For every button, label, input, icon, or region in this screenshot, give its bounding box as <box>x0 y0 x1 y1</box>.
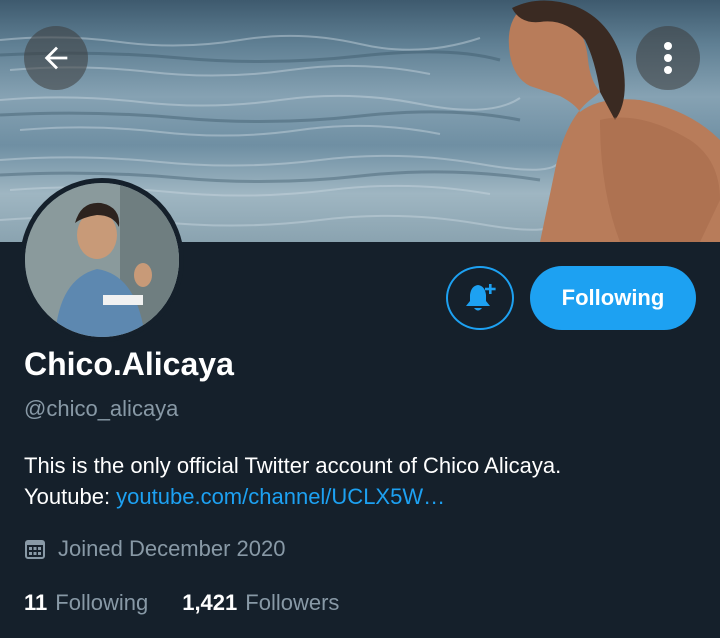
profile-stats: 11 Following 1,421 Followers <box>24 590 373 616</box>
followers-stat[interactable]: 1,421 Followers <box>182 590 339 616</box>
joined-label: Joined December 2020 <box>58 536 286 561</box>
following-button[interactable]: Following <box>530 266 696 330</box>
back-button[interactable] <box>24 26 88 90</box>
notifications-toggle-button[interactable] <box>446 266 514 330</box>
followers-stat-label: Followers <box>245 590 340 615</box>
followers-count: 1,421 <box>182 590 238 615</box>
profile-bio: This is the only official Twitter accoun… <box>24 450 704 512</box>
bio-link-line: Youtube: youtube.com/channel/UCLX5W… <box>24 481 704 512</box>
following-count: 11 <box>24 590 48 615</box>
profile-handle: @chico_alicaya <box>24 396 179 421</box>
calendar-icon <box>25 540 45 559</box>
joined-date: Joined December 2020 <box>24 536 285 562</box>
avatar-image <box>25 183 179 337</box>
vertical-dots-icon <box>664 42 672 74</box>
arrow-left-icon <box>44 46 68 70</box>
following-stat[interactable]: 11 Following <box>24 590 148 616</box>
youtube-link[interactable]: youtube.com/channel/UCLX5W… <box>116 484 445 509</box>
bio-link-prefix: Youtube: <box>24 484 117 509</box>
profile-name: Chico.Alicaya <box>24 346 234 382</box>
profile-avatar[interactable] <box>20 178 184 342</box>
following-stat-label: Following <box>55 590 149 615</box>
more-options-button[interactable] <box>636 26 700 90</box>
bio-text: This is the only official Twitter accoun… <box>24 453 562 478</box>
bell-plus-icon <box>466 284 496 311</box>
